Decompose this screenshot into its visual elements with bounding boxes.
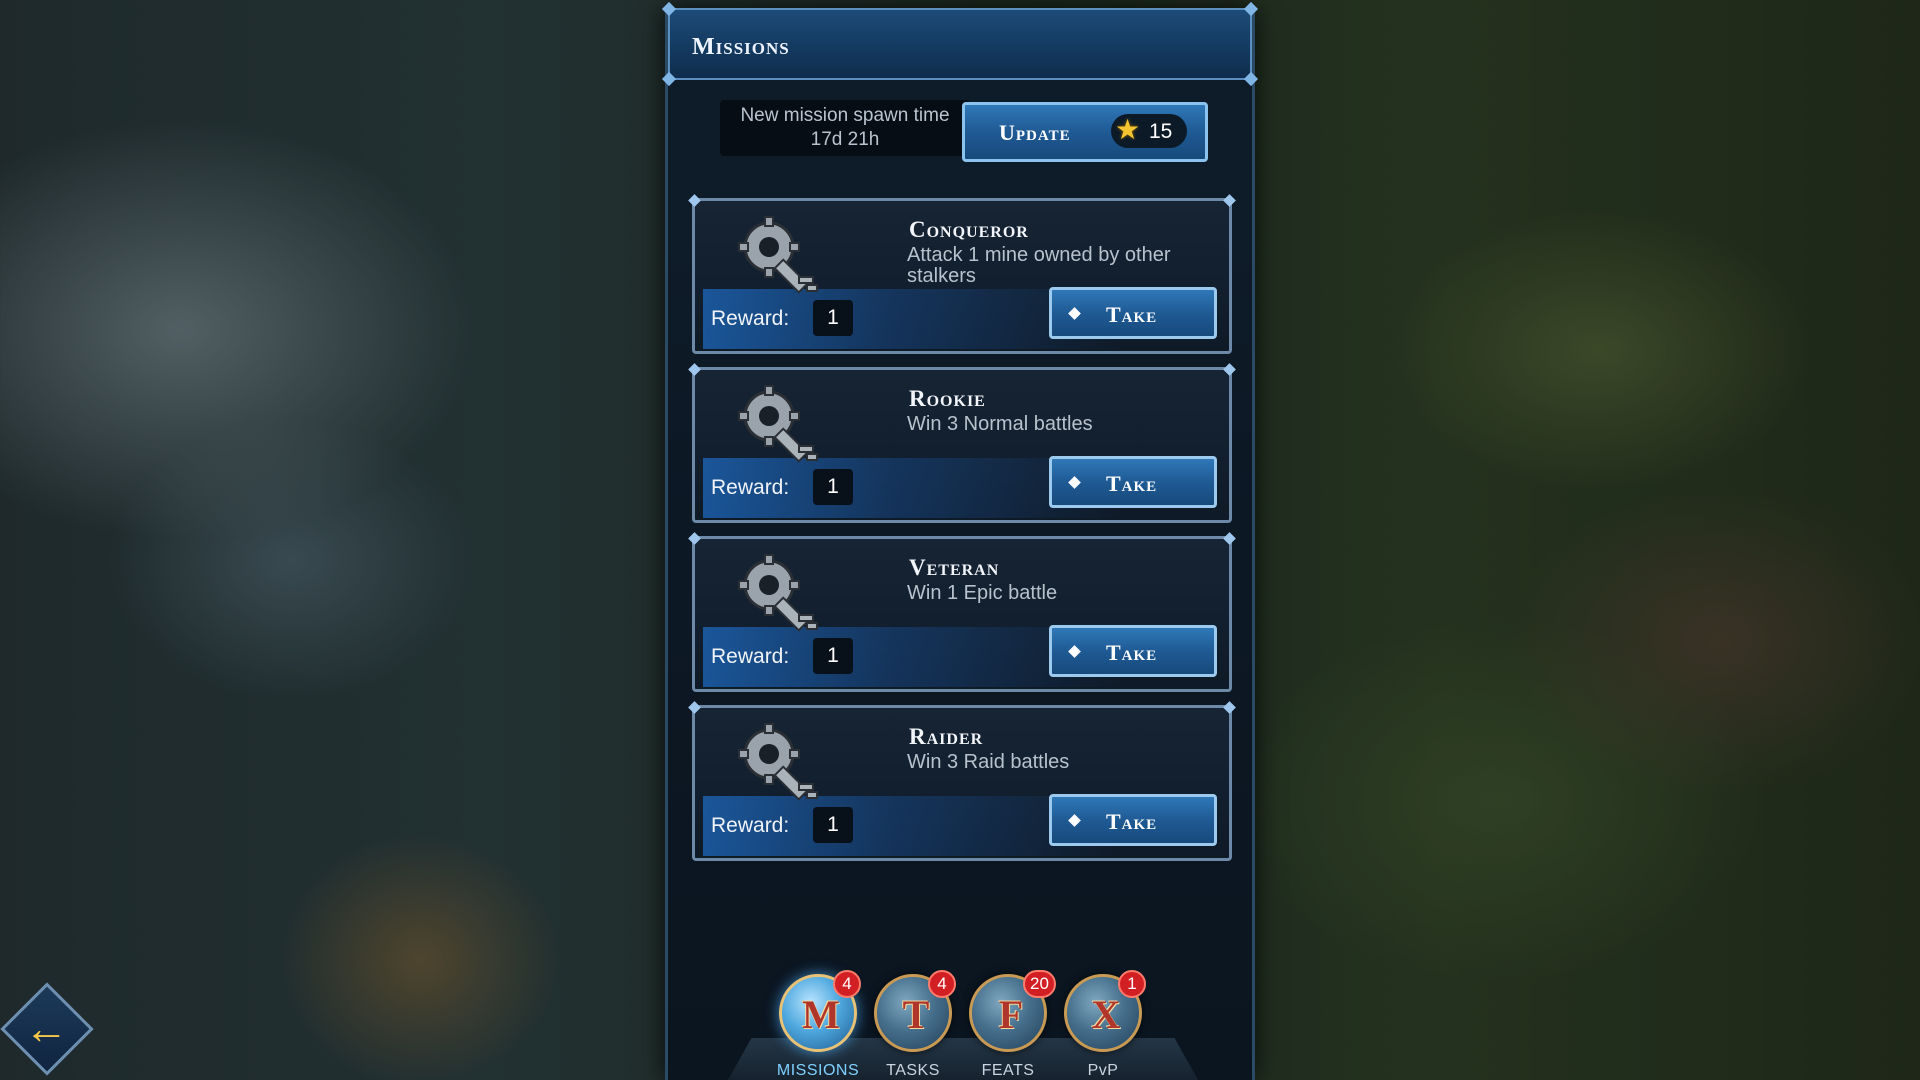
spawn-time: 17d 21h xyxy=(810,129,880,150)
nav-letter: X xyxy=(1091,992,1121,1037)
tab-missions[interactable]: M 4 MISSIONS xyxy=(773,970,863,1080)
arrow-left-icon: ← xyxy=(24,1004,69,1054)
mission-description: Attack 1 mine owned by other stalkers xyxy=(907,244,1171,287)
mission-description: Win 1 Epic battle xyxy=(907,582,1058,604)
mission-card-raider: Raider Win 3 Raid battles Reward: 1 Take xyxy=(688,701,1236,861)
mission-name: Rookie xyxy=(909,386,986,411)
nav-letter: M xyxy=(802,992,840,1037)
star-icon: ★ xyxy=(1115,114,1141,145)
spawn-timer: New mission spawn time 17d 21h xyxy=(720,100,970,156)
update-cost-value: 15 xyxy=(1149,120,1173,143)
mission-card-rookie: Rookie Win 3 Normal battles Reward: 1 Ta… xyxy=(688,363,1236,523)
corner-ornament-icon xyxy=(688,532,701,545)
take-button[interactable]: Take xyxy=(1049,625,1217,677)
corner-ornament-icon xyxy=(688,701,701,714)
take-button[interactable]: Take xyxy=(1049,287,1217,339)
notification-badge: 4 xyxy=(928,970,956,998)
spawn-label: New mission spawn time xyxy=(740,105,950,126)
notification-badge: 4 xyxy=(833,970,861,998)
take-button[interactable]: Take xyxy=(1049,794,1217,846)
diamond-icon xyxy=(1068,307,1081,320)
key-icon xyxy=(738,554,818,632)
page-title: Missions xyxy=(692,34,790,60)
key-icon xyxy=(738,723,818,801)
corner-ornament-icon xyxy=(661,71,677,87)
diamond-icon xyxy=(1068,476,1081,489)
key-icon xyxy=(738,216,818,294)
corner-ornament-icon xyxy=(1223,194,1236,207)
mission-name: Veteran xyxy=(909,555,1000,580)
tab-label: FEATS xyxy=(981,1062,1035,1079)
corner-ornament-icon xyxy=(1223,701,1236,714)
tab-label: PvP xyxy=(1087,1062,1119,1079)
corner-ornament-icon xyxy=(1223,532,1236,545)
key-icon xyxy=(738,385,818,463)
reward-label: Reward: xyxy=(711,645,790,668)
take-button-label: Take xyxy=(1106,302,1158,327)
tab-pvp[interactable]: X 1 PvP xyxy=(1058,970,1148,1080)
take-button-label: Take xyxy=(1106,809,1158,834)
reward-value: 1 xyxy=(813,469,853,505)
reward-label: Reward: xyxy=(711,476,790,499)
update-button[interactable]: Update ★ 15 xyxy=(962,102,1208,162)
corner-ornament-icon xyxy=(688,363,701,376)
corner-ornament-icon xyxy=(1223,363,1236,376)
mission-card-veteran: Veteran Win 1 Epic battle Reward: 1 Take xyxy=(688,532,1236,692)
nav-letter: T xyxy=(902,992,930,1037)
take-button-label: Take xyxy=(1106,471,1158,496)
diamond-icon xyxy=(1068,814,1081,827)
notification-badge: 1 xyxy=(1118,970,1146,998)
tab-label: TASKS xyxy=(886,1062,940,1079)
tab-tasks[interactable]: T 4 TASKS xyxy=(868,970,958,1080)
corner-ornament-icon xyxy=(688,194,701,207)
take-button[interactable]: Take xyxy=(1049,456,1217,508)
update-button-label: Update xyxy=(999,120,1071,145)
diamond-icon xyxy=(1068,645,1081,658)
mission-description: Win 3 Raid battles xyxy=(907,751,1070,773)
mission-description: Win 3 Normal battles xyxy=(907,413,1093,435)
mission-name: Conqueror xyxy=(909,217,1029,242)
panel-header: Missions xyxy=(661,1,1259,87)
update-cost: ★ 15 xyxy=(1111,114,1187,148)
take-button-label: Take xyxy=(1106,640,1158,665)
reward-value: 1 xyxy=(813,807,853,843)
reward-label: Reward: xyxy=(711,814,790,837)
tab-label: MISSIONS xyxy=(776,1062,860,1079)
tab-feats[interactable]: F 20 FEATS xyxy=(963,970,1056,1080)
notification-badge: 20 xyxy=(1023,970,1056,998)
reward-label: Reward: xyxy=(711,307,790,330)
missions-panel: Missions New mission spawn time 17d 21h … xyxy=(661,1,1259,1080)
reward-value: 1 xyxy=(813,638,853,674)
mission-card-conqueror: Conqueror Attack 1 mine owned by other s… xyxy=(688,194,1236,354)
nav-letter: F xyxy=(998,992,1024,1037)
mission-name: Raider xyxy=(909,724,984,749)
reward-value: 1 xyxy=(813,300,853,336)
